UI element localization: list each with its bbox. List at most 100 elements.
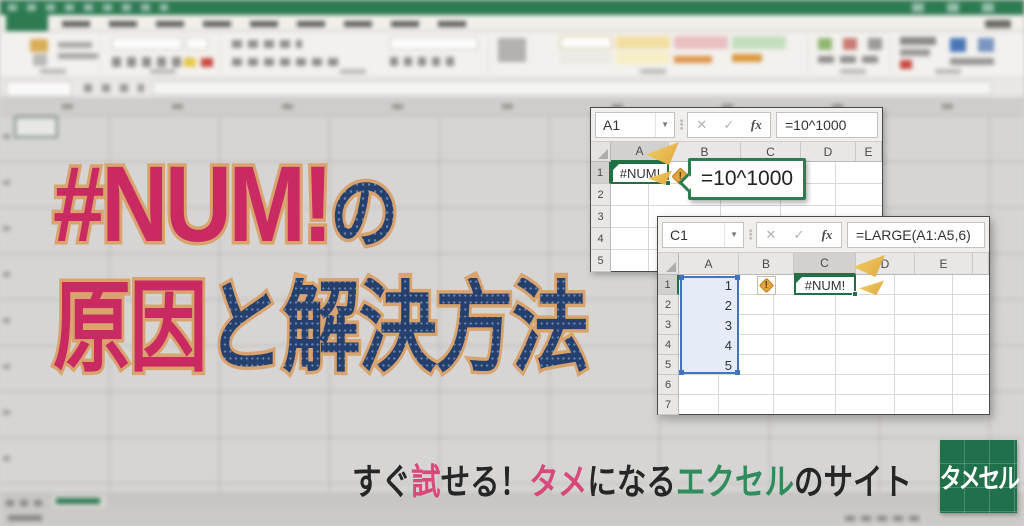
error-indicator-triangle — [613, 164, 619, 170]
cell-a5-value[interactable]: 5 — [680, 358, 736, 373]
tagline-emphasis-green: セル — [735, 461, 794, 502]
title-num-error-text: #NUM!#NUM! — [53, 150, 330, 258]
group-separator — [890, 36, 891, 74]
gridline — [894, 275, 895, 414]
column-header-d[interactable]: D — [801, 142, 856, 162]
background-status-bar — [0, 510, 1024, 526]
find-select-icon-blur — [978, 38, 994, 52]
column-header-e[interactable]: E — [915, 253, 973, 275]
number-buttons-blur — [390, 57, 460, 66]
error-options-button[interactable]: ! — [757, 276, 776, 295]
font-size-box-blur — [186, 37, 208, 50]
formula-callout-tooltip: =10^1000 — [688, 158, 806, 200]
blur-blob — [935, 69, 961, 74]
select-all-corner[interactable] — [658, 253, 679, 275]
row-header-3[interactable]: 3 — [591, 206, 611, 228]
row-header-7[interactable]: 7 — [658, 395, 679, 415]
row-header-1[interactable]: 1 — [591, 162, 611, 184]
title-kaiketsu-text: と解決方法と解決方法 — [206, 278, 588, 378]
blur-blob — [150, 69, 176, 74]
error-diamond-icon: ! — [759, 278, 775, 294]
column-header-partial[interactable] — [973, 253, 989, 275]
formula-input[interactable]: =LARGE(A1:A5,6) — [847, 222, 985, 248]
error-indicator-triangle — [796, 277, 802, 283]
name-box[interactable]: C1 ▼ — [662, 222, 744, 248]
row-header-4[interactable]: 4 — [658, 335, 679, 355]
font-color-icon-blur — [201, 58, 213, 67]
group-separator — [808, 36, 809, 74]
name-box-value: C1 — [670, 227, 688, 243]
row-header-5[interactable]: 5 — [591, 250, 611, 272]
row-header-column: 1 2 3 4 5 6 7 — [658, 275, 679, 415]
title-genin-text: 原因原因 — [53, 278, 206, 378]
title-line-2: 原因原因 と解決方法と解決方法 — [53, 278, 588, 378]
title-line-1: #NUM!#NUM! のの — [53, 150, 643, 258]
formula-input[interactable]: =10^1000 — [776, 112, 878, 138]
column-header-e[interactable]: E — [856, 142, 882, 162]
clear-blur — [900, 60, 912, 69]
cell-style-swatch — [616, 36, 670, 49]
blur-blob — [58, 42, 92, 48]
tagline-emphasis-pink: タメ — [529, 461, 587, 502]
insert-function-icon[interactable]: fx — [813, 227, 841, 243]
font-name-box-blur — [112, 37, 182, 50]
row-header-6[interactable]: 6 — [658, 375, 679, 395]
share-button-blur — [985, 20, 1011, 28]
enter-icon[interactable]: ✓ — [715, 117, 742, 133]
formula-bar-buttons: ✕ ✓ fx — [687, 112, 771, 138]
insert-function-icon[interactable]: fx — [743, 117, 770, 133]
ribbon-tab-row — [0, 15, 1024, 31]
cell-c1-selected[interactable]: #NUM! — [794, 275, 856, 295]
cell-a3-value[interactable]: 3 — [680, 318, 736, 333]
ribbon-content — [0, 32, 1024, 78]
row-header-5[interactable]: 5 — [658, 355, 679, 375]
fill-handle[interactable] — [852, 291, 858, 297]
chevron-down-icon[interactable]: ▼ — [724, 223, 743, 247]
row-header-4[interactable]: 4 — [591, 228, 611, 250]
column-header-c[interactable]: C — [794, 253, 856, 275]
blur-blob — [340, 69, 366, 74]
formula-bar-buttons: ✕ ✓ fx — [756, 222, 842, 248]
sort-filter-icon-blur — [950, 38, 966, 52]
font-buttons-blur — [112, 57, 190, 67]
formula-bar: C1 ▼ ⋮ ✕ ✓ fx =LARGE(A1:A5,6) — [658, 217, 989, 253]
logo-text: タメセル — [939, 457, 1017, 496]
name-box[interactable]: A1 ▼ — [595, 112, 675, 138]
row-header-2[interactable]: 2 — [658, 295, 679, 315]
select-all-corner[interactable] — [591, 142, 611, 162]
column-header-b[interactable]: B — [739, 253, 794, 275]
chevron-down-icon[interactable]: ▼ — [655, 113, 674, 137]
tagline-text: せる！ — [441, 461, 530, 502]
tagline-emphasis-pink: 試 — [411, 461, 441, 502]
autosum-blur — [900, 37, 936, 45]
site-tagline: すぐ試せる！タメになるエクセルのサイト — [352, 455, 912, 509]
tagline-text: になる — [587, 461, 676, 502]
excel-panel-2: C1 ▼ ⋮ ✕ ✓ fx =LARGE(A1:A5,6) A B C D E — [657, 216, 990, 415]
row-header-3[interactable]: 3 — [658, 315, 679, 335]
cell-a1-value[interactable]: 1 — [680, 278, 736, 293]
cell-style-swatch — [560, 36, 612, 49]
cell-a2-value[interactable]: 2 — [680, 298, 736, 313]
row-header-1[interactable]: 1 — [658, 275, 679, 295]
cell-style-swatch — [732, 36, 786, 49]
background-selected-cell — [14, 116, 58, 138]
delete-cells-icon-blur — [843, 38, 857, 50]
cancel-icon[interactable]: ✕ — [757, 227, 785, 243]
enter-icon[interactable]: ✓ — [785, 227, 813, 243]
blur-blob — [40, 69, 66, 74]
blur-blob — [840, 69, 866, 74]
cell-style-swatch — [560, 52, 612, 64]
fill-color-icon-blur — [184, 58, 196, 67]
blur-blob — [950, 58, 994, 65]
group-separator — [100, 36, 101, 74]
callout-text: =10^1000 — [701, 167, 793, 191]
blur-blob — [58, 53, 98, 59]
column-header-a[interactable]: A — [679, 253, 739, 275]
cancel-icon[interactable]: ✕ — [688, 117, 715, 133]
blur-blob — [33, 54, 47, 66]
gridline — [773, 275, 774, 414]
cell-a4-value[interactable]: 4 — [680, 338, 736, 353]
gridline — [835, 275, 836, 414]
row-header-2[interactable]: 2 — [591, 184, 611, 206]
alignment-buttons-blur — [232, 40, 302, 48]
